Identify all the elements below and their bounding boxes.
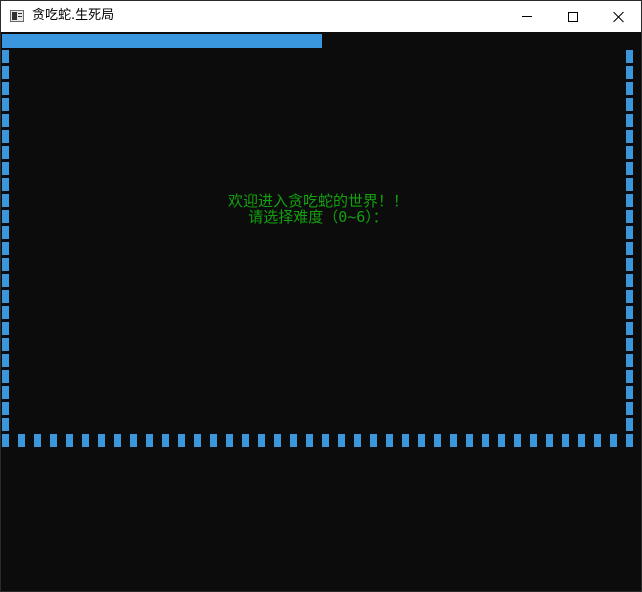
left-wall-block [2,98,9,111]
bottom-wall-block [194,434,201,447]
left-wall-block [2,226,9,239]
right-wall-block [626,402,633,415]
right-wall-block [626,66,633,79]
console-window: 贪吃蛇.生死局 欢迎进入贪吃蛇的世界！！ 请选择难度（0~6）： [0,0,642,592]
right-wall-block [626,82,633,95]
right-wall-block [626,258,633,271]
right-wall-block [626,386,633,399]
bottom-wall-block [130,434,137,447]
right-wall-block [626,338,633,351]
left-wall-block [2,402,9,415]
left-wall-block [2,258,9,271]
bottom-wall-block [594,434,601,447]
bottom-wall-block [386,434,393,447]
bottom-wall-block [498,434,505,447]
left-wall-block [2,338,9,351]
right-wall-block [626,418,633,431]
right-wall-block [626,114,633,127]
bottom-wall-block [354,434,361,447]
maximize-icon [568,11,578,22]
right-wall-block [626,98,633,111]
minimize-button[interactable] [504,1,550,32]
bottom-wall-block [626,434,633,447]
left-wall-block [2,322,9,335]
minimize-icon [522,16,532,17]
bottom-wall-block [162,434,169,447]
right-wall-block [626,226,633,239]
right-wall-block [626,242,633,255]
bottom-wall-block [562,434,569,447]
bottom-wall-block [178,434,185,447]
right-wall-block [626,322,633,335]
right-wall-block [626,306,633,319]
left-wall-block [2,130,9,143]
right-wall-block [626,178,633,191]
right-wall-block [626,50,633,63]
bottom-wall-block [226,434,233,447]
top-wall-bar [2,34,322,48]
left-wall-block [2,370,9,383]
bottom-wall-block [290,434,297,447]
bottom-wall-block [434,434,441,447]
bottom-wall-block [338,434,345,447]
left-wall-block [2,66,9,79]
welcome-message: 欢迎进入贪吃蛇的世界！！ [227,192,408,210]
left-wall-block [2,162,9,175]
bottom-wall-block [66,434,73,447]
left-wall-block [2,290,9,303]
bottom-wall-block [578,434,585,447]
bottom-wall-block [2,434,9,447]
right-wall-block [626,146,633,159]
bottom-wall-block [258,434,265,447]
console-area[interactable]: 欢迎进入贪吃蛇的世界！！ 请选择难度（0~6）： [1,32,641,591]
left-wall-block [2,114,9,127]
left-wall-block [2,242,9,255]
right-wall-block [626,354,633,367]
difficulty-prompt: 请选择难度（0~6）： [248,208,388,226]
bottom-wall-block [306,434,313,447]
left-wall-block [2,354,9,367]
left-wall-block [2,306,9,319]
bottom-wall-block [274,434,281,447]
right-wall-block [626,290,633,303]
left-wall-block [2,418,9,431]
right-wall-block [626,130,633,143]
bottom-wall-block [114,434,121,447]
bottom-wall-block [146,434,153,447]
close-button[interactable] [596,1,641,32]
bottom-wall-block [210,434,217,447]
close-icon [613,11,625,23]
bottom-wall-block [466,434,473,447]
bottom-wall-block [34,434,41,447]
bottom-wall-block [610,434,617,447]
left-wall-block [2,82,9,95]
title-bar[interactable]: 贪吃蛇.生死局 [1,1,641,32]
bottom-wall-block [370,434,377,447]
right-wall-block [626,370,633,383]
bottom-wall-block [322,434,329,447]
bottom-wall-block [18,434,25,447]
bottom-wall-block [482,434,489,447]
bottom-wall-block [402,434,409,447]
left-wall-block [2,50,9,63]
right-wall-block [626,274,633,287]
left-wall-block [2,386,9,399]
console-app-icon [10,10,24,22]
bottom-wall-block [530,434,537,447]
left-wall-block [2,274,9,287]
window-title: 贪吃蛇.生死局 [32,8,115,23]
bottom-wall-block [242,434,249,447]
bottom-wall-block [50,434,57,447]
bottom-wall-block [98,434,105,447]
left-wall-block [2,146,9,159]
bottom-wall-block [82,434,89,447]
bottom-wall-block [546,434,553,447]
maximize-button[interactable] [550,1,596,32]
bottom-wall-block [418,434,425,447]
bottom-wall-block [450,434,457,447]
right-wall-block [626,162,633,175]
left-wall-block [2,178,9,191]
bottom-wall-block [514,434,521,447]
